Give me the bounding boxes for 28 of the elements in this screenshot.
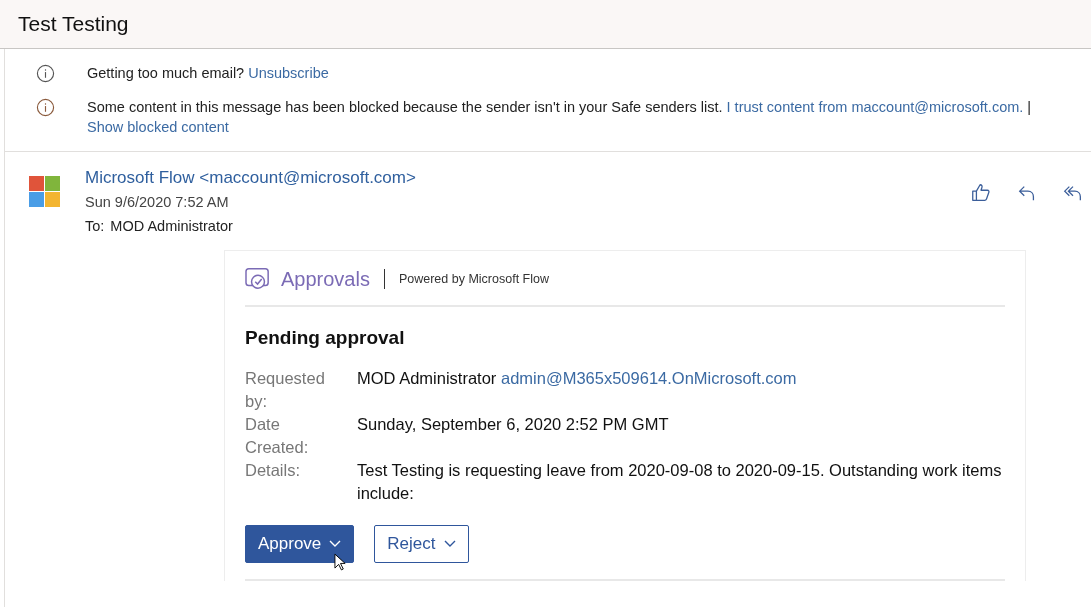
field-label: Requested by:	[245, 368, 326, 412]
field-label: Details:	[245, 460, 302, 481]
windows-logo-icon	[29, 176, 61, 208]
field-value: MOD Administrator admin@M365x509614.OnMicrosoft.com	[357, 368, 798, 389]
powered-by-text: Powered by Microsoft Flow	[398, 272, 549, 286]
notice-link[interactable]: Unsubscribe	[248, 65, 329, 81]
mouse-pointer-icon	[334, 553, 347, 572]
field-label: Date Created:	[245, 414, 310, 458]
card-heading: Pending approval	[245, 327, 406, 349]
to-label: To:	[85, 218, 105, 234]
notice-link[interactable]: Show blocked content	[87, 119, 229, 135]
message-subject: Test Testing	[18, 12, 129, 36]
email-link[interactable]: admin@M365x509614.OnMicrosoft.com	[500, 369, 797, 387]
sender-name[interactable]: Microsoft Flow <maccount@microsoft.com>	[85, 166, 963, 190]
notice-text: Some content in this message has been blocked because the sender isn't in your Safe senders list. I trust content from maccount@microsoft.com. | Show blocked content	[87, 98, 1032, 137]
message-date: Sun 9/6/2020 7:52 AM	[85, 193, 230, 212]
thumbs-up-icon	[970, 182, 992, 204]
approval-button[interactable]: Reject	[374, 525, 469, 563]
approvals-icon	[245, 267, 271, 291]
notice-text: Getting too much email? Unsubscribe	[87, 64, 329, 83]
chevron-down-icon	[443, 540, 456, 548]
approvals-brand: Approvals	[281, 267, 370, 291]
recipient-name: MOD Administrator	[110, 218, 233, 234]
field-value: Sunday, September 6, 2020 2:52 PM GMT	[357, 414, 670, 435]
notice-link[interactable]: I trust content from maccount@microsoft.com.	[726, 99, 1024, 115]
field-value: Test Testing is requesting leave from 2020-09-08 to 2020-09-15. Outstanding work items include:	[357, 460, 1003, 504]
chevron-down-icon	[329, 540, 342, 548]
approval-button[interactable]: Approve	[245, 525, 355, 563]
